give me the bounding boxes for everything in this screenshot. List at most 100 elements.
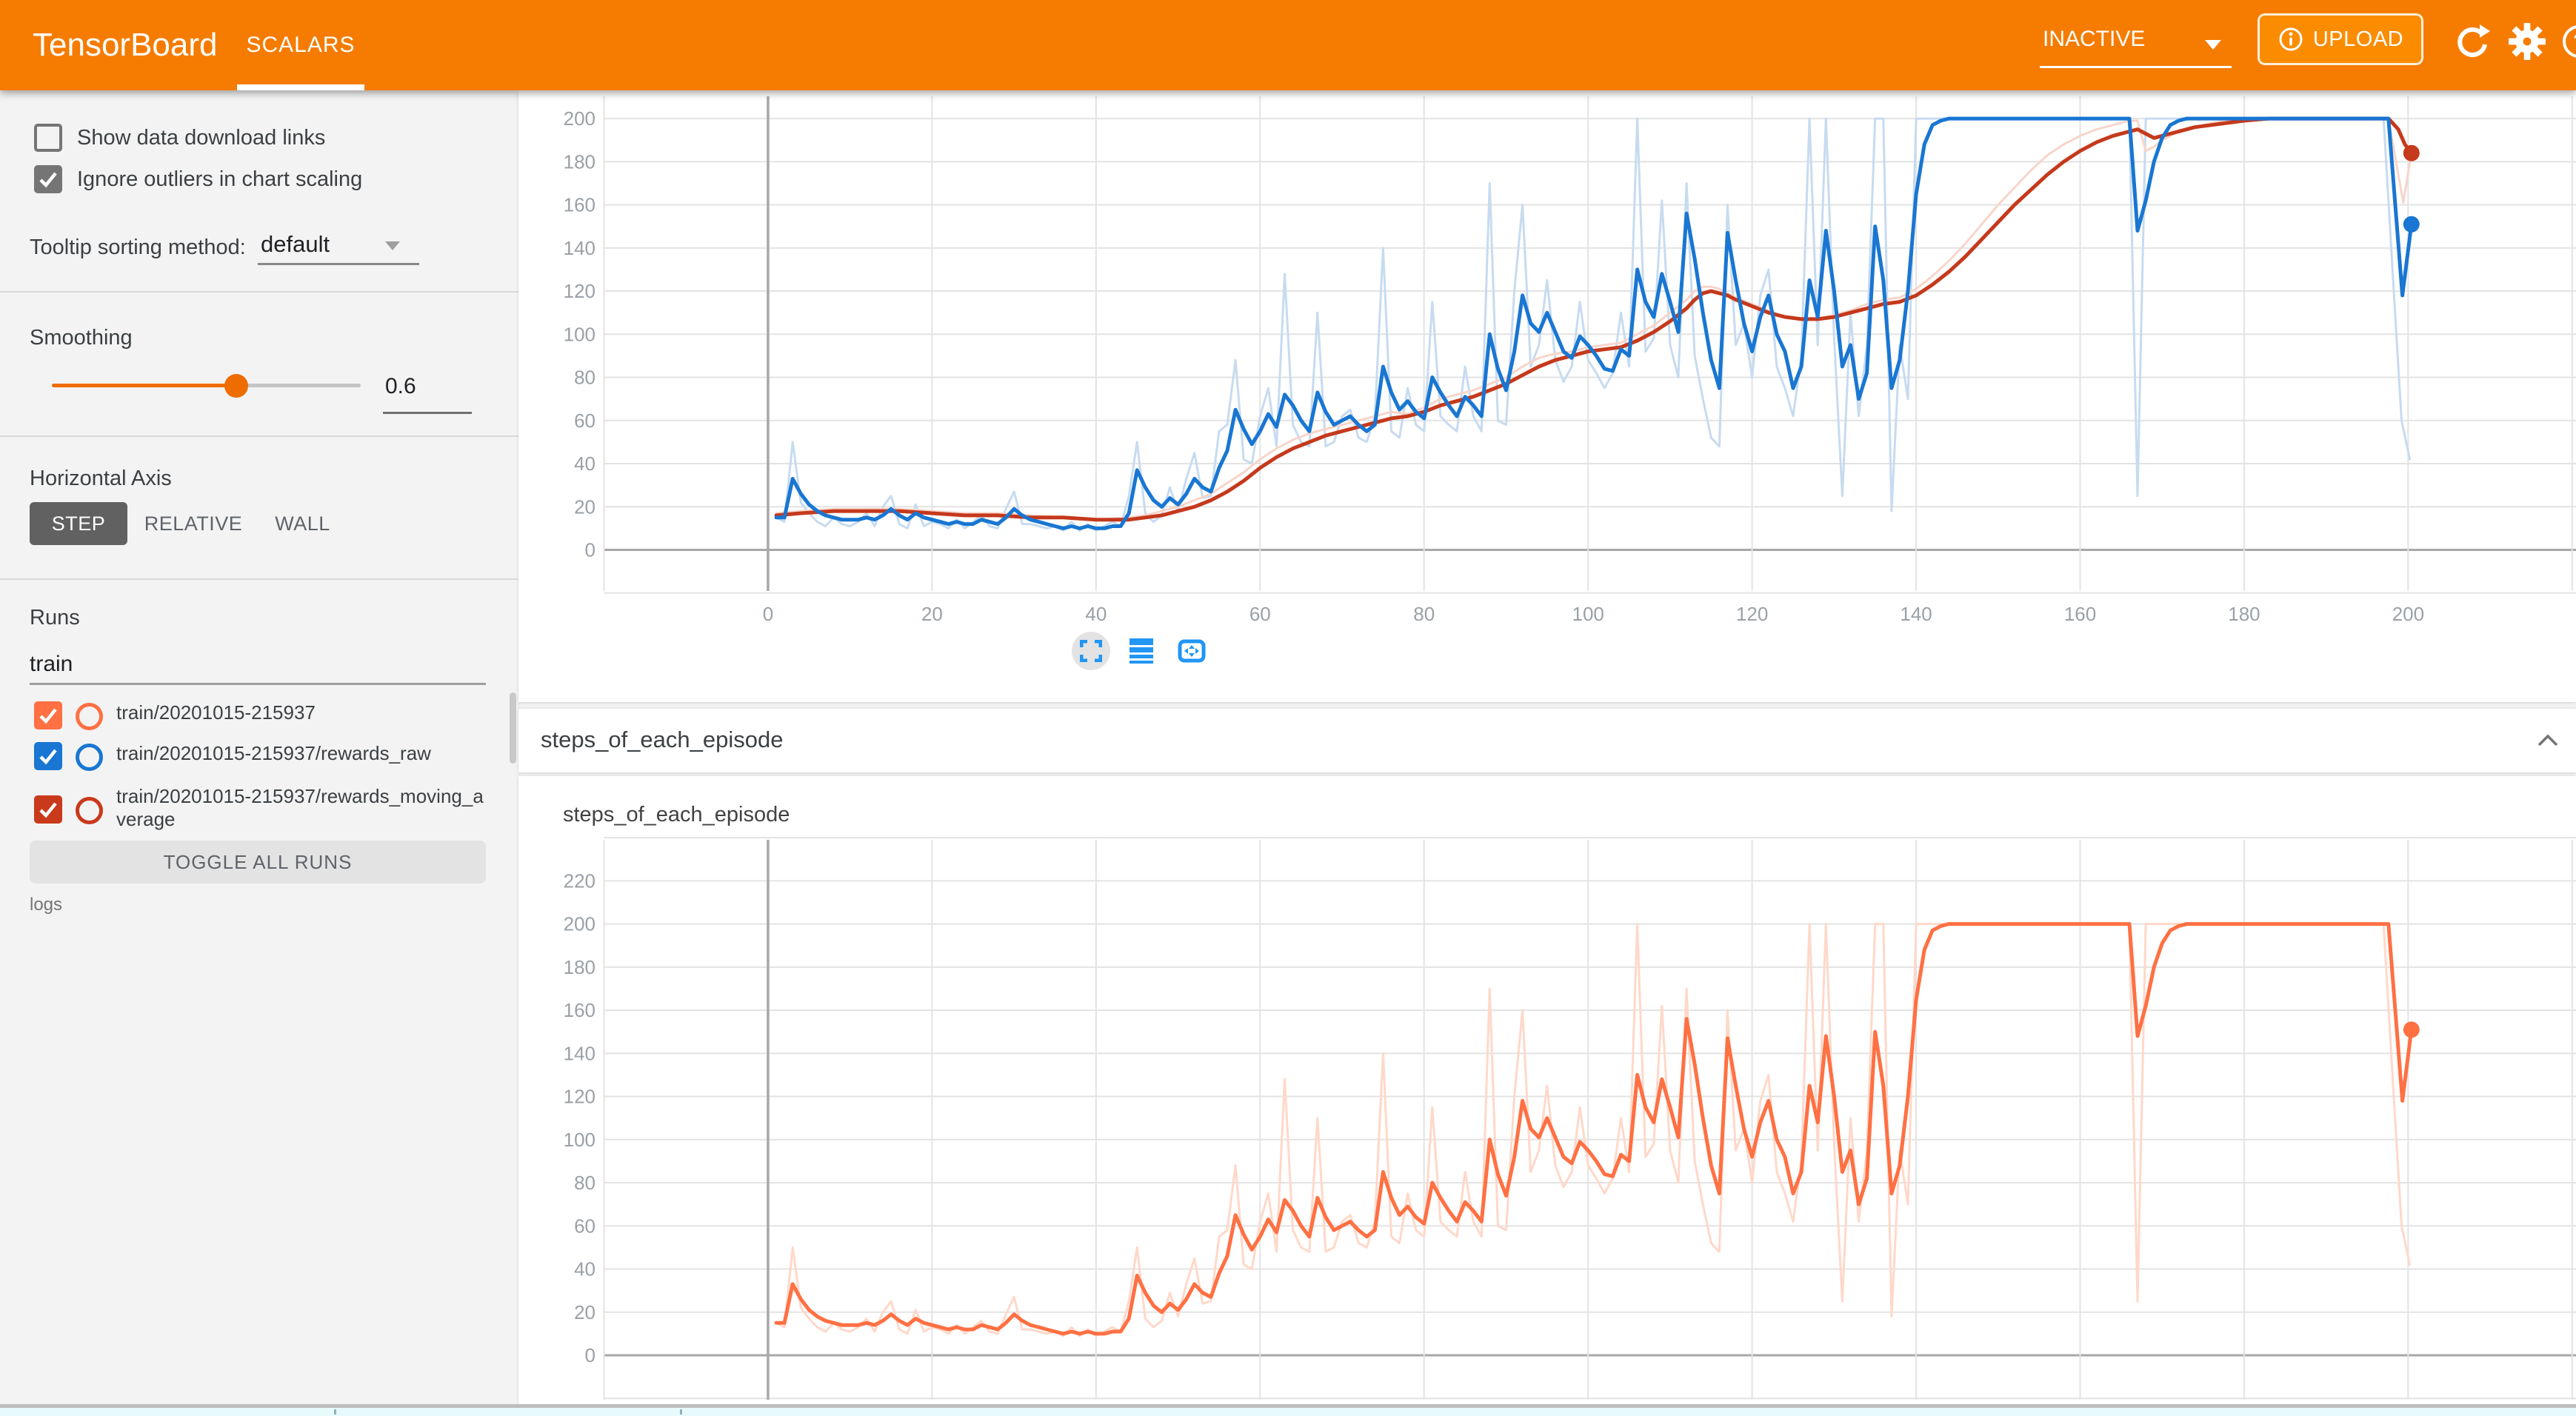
- svg-text:80: 80: [574, 367, 595, 389]
- sidebar-scrollbar[interactable]: [510, 692, 516, 764]
- status-dropdown[interactable]: INACTIVE: [2040, 16, 2232, 68]
- tooltip-sorting-select[interactable]: default: [261, 231, 330, 258]
- svg-text:80: 80: [574, 1172, 595, 1194]
- svg-text:120: 120: [1736, 603, 1768, 625]
- tooltip-sorting-label: Tooltip sorting method:: [30, 236, 246, 260]
- run-label: train/20201015-215937/rewards_moving_ave…: [116, 785, 490, 831]
- svg-text:80: 80: [1413, 603, 1435, 625]
- svg-text:140: 140: [564, 1042, 595, 1064]
- svg-text:0: 0: [763, 603, 773, 625]
- svg-text:100: 100: [564, 323, 595, 345]
- svg-text:20: 20: [574, 495, 595, 518]
- run-checkbox[interactable]: [34, 795, 62, 824]
- checkbox-checked-icon: [34, 165, 62, 193]
- runs-heading: Runs: [30, 606, 80, 630]
- smoothing-slider-knob[interactable]: [224, 374, 248, 398]
- svg-text:60: 60: [574, 410, 595, 432]
- svg-text:200: 200: [2392, 603, 2424, 625]
- svg-text:120: 120: [564, 280, 595, 302]
- rewards-line-chart[interactable]: 0 20 40 60 80 100 120 140 160 180 200 0 20 40 60 80 100 1…: [518, 90, 2576, 702]
- svg-text:100: 100: [1572, 603, 1604, 625]
- svg-text:0: 0: [585, 539, 595, 561]
- svg-text:20: 20: [921, 603, 943, 625]
- svg-text:200: 200: [564, 107, 595, 130]
- checkbox-label: Show data download links: [77, 126, 325, 150]
- status-dropdown-value: INACTIVE: [2043, 27, 2145, 52]
- svg-text:40: 40: [574, 1258, 595, 1280]
- tensorboard-app: TensorBoard SCALARS INACTIVE UPLOAD: [0, 0, 2576, 1416]
- run-row-2[interactable]: train/20201015-215937/rewards_raw: [34, 742, 490, 771]
- svg-text:180: 180: [564, 150, 595, 173]
- collapse-chevron-icon[interactable]: [2535, 728, 2561, 758]
- toggle-all-runs-button[interactable]: TOGGLE ALL RUNS: [30, 841, 486, 884]
- tab-scalars[interactable]: SCALARS: [237, 0, 364, 90]
- runs-filter-underline: [30, 683, 486, 685]
- run-color-swatch: [76, 703, 103, 730]
- svg-text:140: 140: [564, 237, 595, 259]
- upload-button-label: UPLOAD: [2313, 27, 2403, 52]
- divider: [0, 578, 518, 580]
- checkbox-unchecked-icon: [34, 124, 62, 152]
- svg-text:160: 160: [564, 999, 595, 1021]
- svg-text:100: 100: [564, 1129, 595, 1151]
- logs-footer-label: logs: [30, 895, 62, 915]
- haxis-step-button[interactable]: STEP: [30, 502, 127, 545]
- settings-gear-icon[interactable]: [2508, 22, 2546, 64]
- svg-text:?: ?: [2573, 30, 2576, 53]
- tab-active-indicator: [237, 84, 364, 90]
- svg-text:180: 180: [564, 956, 595, 978]
- footer-tick: [680, 1409, 682, 1415]
- fit-domain-icon[interactable]: [1172, 632, 1211, 670]
- tooltip-select-underline: [258, 263, 419, 265]
- chevron-down-icon[interactable]: [385, 241, 400, 250]
- steps-line-chart[interactable]: 020406080100120140160180200220: [518, 776, 2576, 1404]
- status-dropdown-underline: [2040, 66, 2232, 68]
- checkbox-show-download-links[interactable]: Show data download links: [34, 124, 325, 152]
- expand-chart-icon[interactable]: [1072, 632, 1110, 670]
- checkbox-ignore-outliers[interactable]: Ignore outliers in chart scaling: [34, 165, 362, 193]
- help-icon[interactable]: ?: [2560, 22, 2576, 64]
- app-header: TensorBoard SCALARS INACTIVE UPLOAD: [0, 0, 2576, 90]
- checkbox-label: Ignore outliers in chart scaling: [77, 167, 362, 192]
- refresh-icon[interactable]: [2453, 22, 2492, 64]
- run-color-swatch: [76, 744, 103, 771]
- smoothing-value-field[interactable]: 0.6: [385, 374, 416, 399]
- run-checkbox[interactable]: [34, 742, 62, 770]
- svg-text:200: 200: [564, 913, 595, 935]
- svg-text:140: 140: [1900, 603, 1932, 625]
- section-header-steps[interactable]: steps_of_each_episode: [518, 708, 2576, 772]
- haxis-relative-button[interactable]: RELATIVE: [145, 502, 241, 545]
- upload-button[interactable]: UPLOAD: [2258, 13, 2423, 65]
- svg-text:160: 160: [564, 194, 595, 216]
- svg-text:40: 40: [1085, 603, 1107, 625]
- run-row-1[interactable]: train/20201015-215937: [34, 701, 490, 730]
- app-title: TensorBoard: [33, 0, 217, 90]
- smoothing-value-underline: [383, 412, 472, 414]
- smoothing-label: Smoothing: [30, 326, 133, 350]
- main-content: 0 20 40 60 80 100 120 140 160 180 200 0 20 40 60 80 100 1…: [518, 90, 2576, 1406]
- log-scale-icon[interactable]: [1122, 632, 1161, 670]
- svg-text:60: 60: [1249, 603, 1271, 625]
- divider: [0, 291, 518, 293]
- section-title: steps_of_each_episode: [541, 727, 783, 753]
- svg-text:220: 220: [564, 869, 595, 892]
- runs-filter-input[interactable]: train: [30, 652, 73, 677]
- chevron-down-icon: [2205, 40, 2221, 50]
- horizontal-axis-label: Horizontal Axis: [30, 467, 172, 491]
- haxis-wall-button[interactable]: WALL: [264, 502, 341, 545]
- steps-chart-card: steps_of_each_episode 020406080100120140…: [518, 776, 2576, 1404]
- svg-text:180: 180: [2228, 603, 2260, 625]
- chart-toolbar: [1072, 632, 1211, 670]
- settings-sidebar: Show data download links Ignore outliers…: [0, 90, 519, 1406]
- svg-text:160: 160: [2064, 603, 2096, 625]
- run-row-3[interactable]: train/20201015-215937/rewards_moving_ave…: [34, 785, 490, 831]
- smoothing-slider-rest[interactable]: [237, 384, 361, 387]
- svg-text:120: 120: [564, 1086, 595, 1108]
- run-color-swatch: [76, 797, 103, 824]
- smoothing-slider-filled[interactable]: [52, 384, 237, 387]
- run-label: train/20201015-215937/rewards_raw: [116, 742, 490, 765]
- svg-text:60: 60: [574, 1215, 595, 1237]
- svg-text:40: 40: [574, 452, 595, 475]
- svg-text:20: 20: [574, 1301, 595, 1323]
- run-checkbox[interactable]: [34, 701, 62, 729]
